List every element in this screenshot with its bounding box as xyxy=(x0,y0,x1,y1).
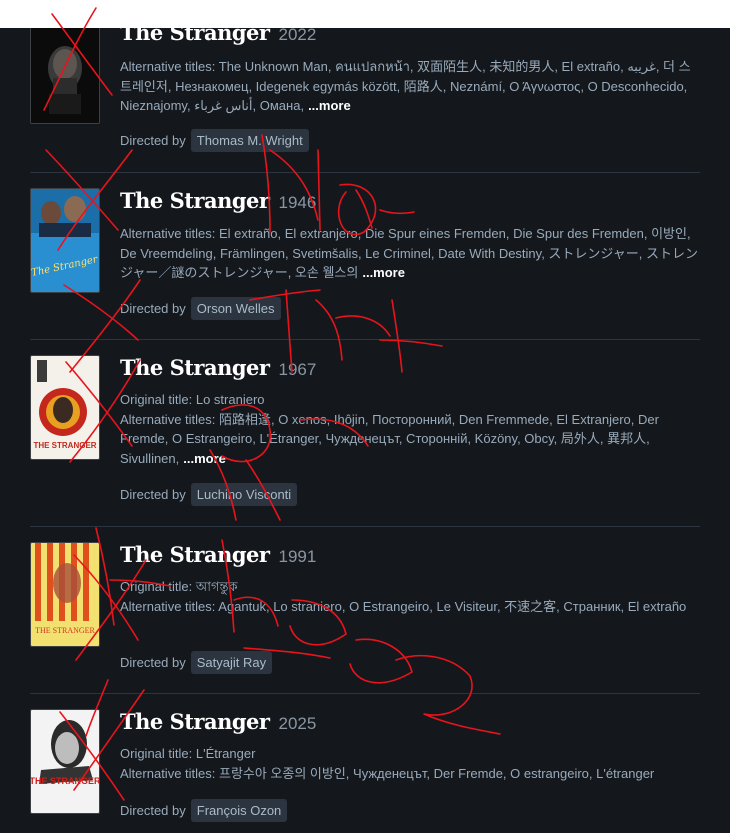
alternative-titles: Alternative titles: El extraño, El extra… xyxy=(120,224,700,283)
director-line: Directed by Satyajit Ray xyxy=(120,649,273,675)
film-title[interactable]: The Stranger xyxy=(120,542,270,567)
more-link[interactable]: ...more xyxy=(308,98,351,113)
poster-title: THE STRANGER xyxy=(33,441,96,450)
alternative-titles-text: Alternative titles: The Unknown Man, คนแ… xyxy=(120,59,691,113)
film-year[interactable]: 1946 xyxy=(278,193,316,213)
directed-by-label: Directed by xyxy=(120,802,186,818)
director-line: Directed by Orson Welles xyxy=(120,295,281,321)
more-link[interactable]: ...more xyxy=(362,265,405,280)
directed-by-label: Directed by xyxy=(120,132,186,148)
director-line: Directed by Thomas M. Wright xyxy=(120,127,309,153)
film-title[interactable]: The Stranger xyxy=(120,188,270,213)
alternative-titles-text: Alternative titles: El extraño, El extra… xyxy=(120,226,698,280)
film-result: THE STRANGER The Stranger 1967 Original … xyxy=(30,339,700,527)
film-year[interactable]: 1967 xyxy=(278,360,316,380)
film-result: THE STRANGER The Stranger 2025 Original … xyxy=(30,693,700,833)
film-poster[interactable]: The Stranger xyxy=(30,188,100,293)
film-poster[interactable]: THE STRANGER xyxy=(30,542,100,647)
directed-by-label: Directed by xyxy=(120,486,186,502)
director-link[interactable]: Luchino Visconti xyxy=(190,482,298,506)
director-link[interactable]: Orson Welles xyxy=(190,296,281,320)
alternative-titles: Alternative titles: The Unknown Man, คนแ… xyxy=(120,57,700,116)
film-title[interactable]: The Stranger xyxy=(120,355,270,380)
original-title: Original title: আগন্তুক xyxy=(120,579,238,594)
director-link[interactable]: Satyajit Ray xyxy=(190,650,273,674)
film-result: THE STRANGER The Stranger 1991 Original … xyxy=(30,526,700,694)
top-bar xyxy=(0,0,730,28)
film-year[interactable]: 2025 xyxy=(278,714,316,734)
film-result: The Stranger The Stranger 1946 Alternati… xyxy=(30,172,700,340)
director-link[interactable]: François Ozon xyxy=(190,798,288,822)
film-title[interactable]: The Stranger xyxy=(120,709,270,734)
poster-title: THE STRANGER xyxy=(31,776,99,786)
alternative-titles-text: Alternative titles: 프랑수아 오종의 이방인, Чужден… xyxy=(120,765,655,781)
original-title: Original title: Lo straniero xyxy=(120,392,265,407)
director-line: Directed by François Ozon xyxy=(120,797,288,823)
directed-by-label: Directed by xyxy=(120,654,186,670)
film-poster[interactable]: THE STRANGER xyxy=(30,355,100,460)
poster-title: THE STRANGER xyxy=(35,626,95,635)
alternative-titles: Alternative titles: 프랑수아 오종의 이방인, Чужден… xyxy=(120,764,700,784)
director-link[interactable]: Thomas M. Wright xyxy=(190,128,309,152)
more-link[interactable]: ...more xyxy=(183,451,226,466)
alternative-titles: Alternative titles: 陌路相逢, O xenos, Ihôji… xyxy=(120,410,700,469)
original-title: Original title: L'Étranger xyxy=(120,746,256,761)
alternative-titles: Alternative titles: Agantuk, Lo stranier… xyxy=(120,597,700,617)
alternative-titles-text: Alternative titles: Agantuk, Lo stranier… xyxy=(120,598,687,614)
film-poster[interactable] xyxy=(30,19,100,124)
directed-by-label: Directed by xyxy=(120,300,186,316)
film-year[interactable]: 2022 xyxy=(278,25,316,45)
director-line: Directed by Luchino Visconti xyxy=(120,481,298,507)
film-poster[interactable]: THE STRANGER xyxy=(30,709,100,814)
film-year[interactable]: 1991 xyxy=(278,547,316,567)
